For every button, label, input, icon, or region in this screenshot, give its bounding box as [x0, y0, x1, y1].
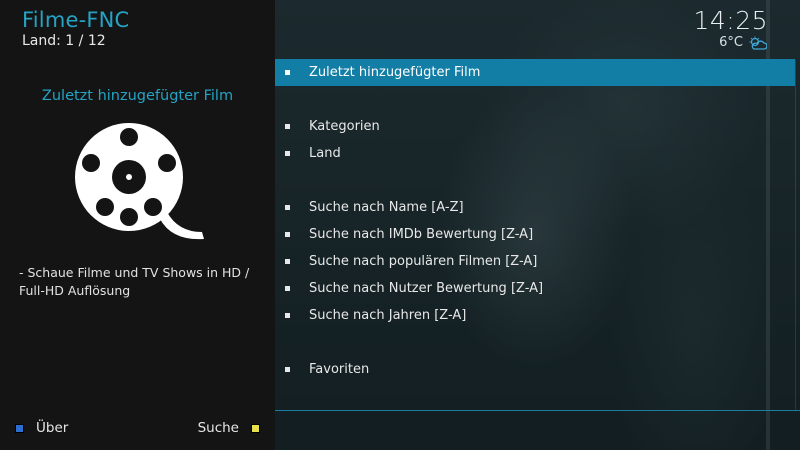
blue-key-icon [15, 423, 24, 433]
item-description: - Schaue Filme und TV Shows in HD / Full… [19, 265, 250, 298]
menu-item-label: Zuletzt hinzugefügter Film [309, 65, 481, 80]
bullet-icon [285, 367, 290, 372]
about-label: Über [36, 420, 69, 436]
menu-item-label: Suche nach Jahren [Z-A] [309, 308, 467, 323]
menu-item-categories[interactable]: Kategorien [275, 113, 795, 140]
menu-item-country[interactable]: Land [275, 140, 795, 167]
menu-item-label: Suche nach Name [A-Z] [309, 200, 464, 215]
app-root: Filme-FNC Land: 1 / 12 Zuletzt hinzugefü… [0, 0, 800, 450]
menu-item-search-name[interactable]: Suche nach Name [A-Z] [275, 194, 795, 221]
page-subtitle: Land: 1 / 12 [22, 33, 106, 49]
menu-item-search-popular[interactable]: Suche nach populären Filmen [Z-A] [275, 248, 795, 275]
menu-item-search-user-rating[interactable]: Suche nach Nutzer Bewertung [Z-A] [275, 275, 795, 302]
menu-item-label: Favoriten [309, 362, 370, 377]
bullet-icon [285, 151, 290, 156]
search-label: Suche [197, 420, 239, 436]
menu-list: Zuletzt hinzugefügter Film Kategorien La… [275, 0, 800, 450]
menu-item-label: Kategorien [309, 119, 380, 134]
bullet-icon [285, 205, 290, 210]
menu-item-search-imdb[interactable]: Suche nach IMDb Bewertung [Z-A] [275, 221, 795, 248]
app-title: Filme-FNC [22, 8, 130, 32]
bullet-icon [285, 313, 290, 318]
menu-item-label: Suche nach populären Filmen [Z-A] [309, 254, 538, 269]
info-panel: Filme-FNC Land: 1 / 12 Zuletzt hinzugefü… [0, 0, 275, 450]
bullet-icon [285, 286, 290, 291]
menu-item-label: Suche nach IMDb Bewertung [Z-A] [309, 227, 534, 242]
focused-item-title: Zuletzt hinzugefügter Film [41, 88, 234, 104]
search-button[interactable]: Suche [198, 420, 260, 436]
menu-item-label: Land [309, 146, 341, 161]
menu-item-label: Suche nach Nutzer Bewertung [Z-A] [309, 281, 544, 296]
menu-item-recently-added[interactable]: Zuletzt hinzugefügter Film [275, 59, 795, 86]
film-reel-icon [75, 123, 204, 240]
yellow-key-icon [251, 423, 260, 433]
bullet-icon [285, 70, 290, 75]
menu-item-favorites[interactable]: Favoriten [275, 356, 795, 383]
bullet-icon [285, 232, 290, 237]
bullet-icon [285, 259, 290, 264]
menu-item-search-years[interactable]: Suche nach Jahren [Z-A] [275, 302, 795, 329]
scrollbar[interactable] [795, 60, 796, 410]
about-button[interactable]: Über [15, 420, 68, 436]
bullet-icon [285, 124, 290, 129]
bottom-divider [275, 410, 800, 411]
